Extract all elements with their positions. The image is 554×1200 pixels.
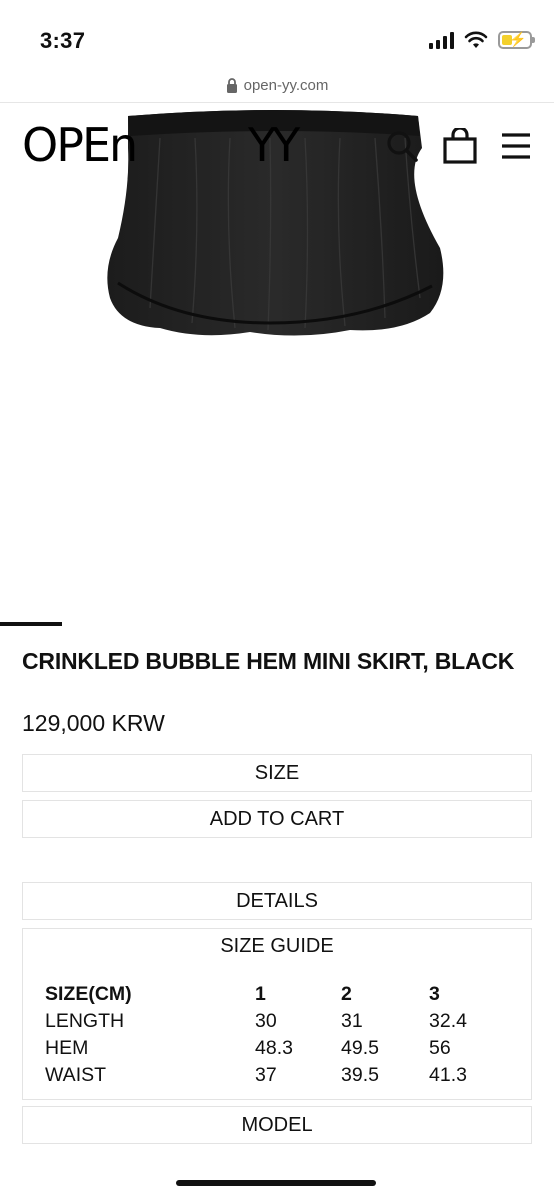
cellular-signal-icon bbox=[429, 31, 454, 49]
status-time: 3:37 bbox=[40, 28, 86, 53]
table-cell: HEM bbox=[45, 1037, 89, 1059]
model-accordion-button[interactable]: MODEL bbox=[22, 1106, 532, 1144]
table-header-cell: 1 bbox=[255, 983, 266, 1005]
table-cell: 31 bbox=[341, 1010, 363, 1032]
size-guide-panel: SIZE GUIDE SIZE(CM) 1 2 3 LENGTH 30 31 3… bbox=[22, 928, 532, 1100]
table-cell: 49.5 bbox=[341, 1037, 379, 1059]
brand-logo-secondary[interactable]: YY bbox=[248, 120, 300, 170]
brand-logo[interactable]: OPEn bbox=[22, 120, 138, 170]
table-cell: 48.3 bbox=[255, 1037, 293, 1059]
table-cell: 41.3 bbox=[429, 1064, 467, 1086]
size-guide-table: SIZE(CM) 1 2 3 LENGTH 30 31 32.4 HEM 48.… bbox=[45, 981, 515, 1089]
status-bar: 3:37 ⚡ bbox=[0, 0, 554, 70]
table-cell: 39.5 bbox=[341, 1064, 379, 1086]
size-guide-title[interactable]: SIZE GUIDE bbox=[23, 935, 531, 958]
battery-charging-icon: ⚡ bbox=[498, 31, 535, 49]
shopping-bag-icon[interactable] bbox=[442, 128, 478, 164]
table-cell: 30 bbox=[255, 1010, 277, 1032]
details-accordion-button[interactable]: DETAILS bbox=[22, 882, 532, 920]
address-bar[interactable]: open-yy.com bbox=[0, 70, 554, 100]
menu-icon[interactable] bbox=[498, 128, 534, 164]
table-header-row: SIZE(CM) 1 2 3 bbox=[45, 981, 515, 1008]
url-text: open-yy.com bbox=[243, 76, 329, 94]
table-cell: 32.4 bbox=[429, 1010, 467, 1032]
table-header-cell: 2 bbox=[341, 983, 352, 1005]
site-header: OPEn YY bbox=[0, 110, 554, 180]
lock-icon bbox=[226, 77, 237, 93]
table-row: WAIST 37 39.5 41.3 bbox=[45, 1062, 515, 1089]
table-header-cell: SIZE(CM) bbox=[45, 983, 132, 1005]
table-cell: WAIST bbox=[45, 1064, 107, 1086]
table-cell: 56 bbox=[429, 1037, 451, 1059]
wifi-icon bbox=[464, 31, 488, 48]
table-header-cell: 3 bbox=[429, 983, 440, 1005]
add-to-cart-button[interactable]: ADD TO CART bbox=[22, 800, 532, 838]
table-row: HEM 48.3 49.5 56 bbox=[45, 1035, 515, 1062]
divider bbox=[0, 102, 554, 103]
home-indicator[interactable] bbox=[176, 1180, 376, 1186]
product-title: CRINKLED BUBBLE HEM MINI SKIRT, BLACK bbox=[22, 648, 515, 674]
table-cell: 37 bbox=[255, 1064, 277, 1086]
table-cell: LENGTH bbox=[45, 1010, 125, 1032]
status-icons: ⚡ bbox=[429, 28, 535, 52]
image-indicator-line bbox=[0, 622, 62, 626]
search-icon[interactable] bbox=[384, 128, 420, 164]
product-price: 129,000 KRW bbox=[22, 710, 165, 736]
size-select-button[interactable]: SIZE bbox=[22, 754, 532, 792]
table-row: LENGTH 30 31 32.4 bbox=[45, 1008, 515, 1035]
